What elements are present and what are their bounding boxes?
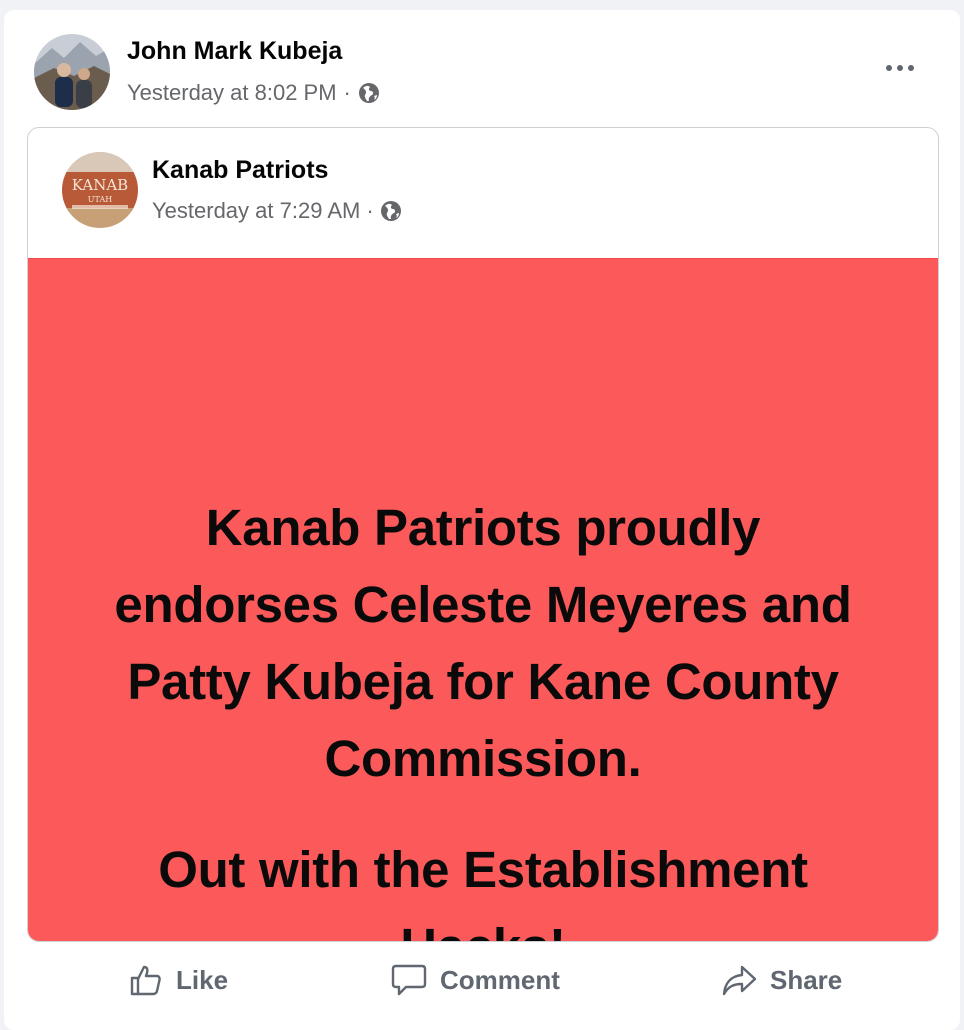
shared-post[interactable]: KANAB UTAH Kanab Patriots Yesterday at 7… <box>27 127 939 942</box>
globe-icon <box>380 200 402 222</box>
shared-post-meta: Yesterday at 7:29 AM · <box>152 198 402 224</box>
avatar-sign-subtitle: UTAH <box>88 195 112 204</box>
more-options-icon[interactable] <box>880 56 920 80</box>
meta-separator: · <box>366 198 374 223</box>
post-timestamp[interactable]: Yesterday at 8:02 PM <box>127 80 337 106</box>
comment-button[interactable]: Comment <box>390 955 560 1005</box>
post-card: John Mark Kubeja Yesterday at 8:02 PM · … <box>4 10 960 1030</box>
comment-icon <box>391 964 427 996</box>
post-actions: Like Comment Share <box>4 955 960 1005</box>
thumbs-up-icon <box>130 965 161 996</box>
like-button[interactable]: Like <box>128 955 228 1005</box>
post-meta: Yesterday at 8:02 PM · <box>127 80 380 106</box>
comment-label: Comment <box>440 964 560 995</box>
author-avatar[interactable] <box>34 34 110 110</box>
share-label: Share <box>770 964 843 995</box>
share-icon <box>722 965 757 996</box>
like-label: Like <box>176 964 229 995</box>
meta-separator: · <box>343 80 351 105</box>
shared-post-timestamp[interactable]: Yesterday at 7:29 AM <box>152 198 360 224</box>
post-text-endorsement: Kanab Patriots proudly endorses Celeste … <box>114 499 852 787</box>
page-name[interactable]: Kanab Patriots <box>152 156 328 185</box>
globe-icon <box>358 82 380 104</box>
post-image[interactable]: Kanab Patriots proudly endorses Celeste … <box>28 258 938 941</box>
author-name[interactable]: John Mark Kubeja <box>127 37 342 66</box>
share-button[interactable]: Share <box>720 955 842 1005</box>
avatar-sign-title: KANAB <box>72 176 128 194</box>
post-text-slogan: Out with the Establishment Hacks! <box>158 841 808 941</box>
page-avatar[interactable]: KANAB UTAH <box>62 152 138 228</box>
